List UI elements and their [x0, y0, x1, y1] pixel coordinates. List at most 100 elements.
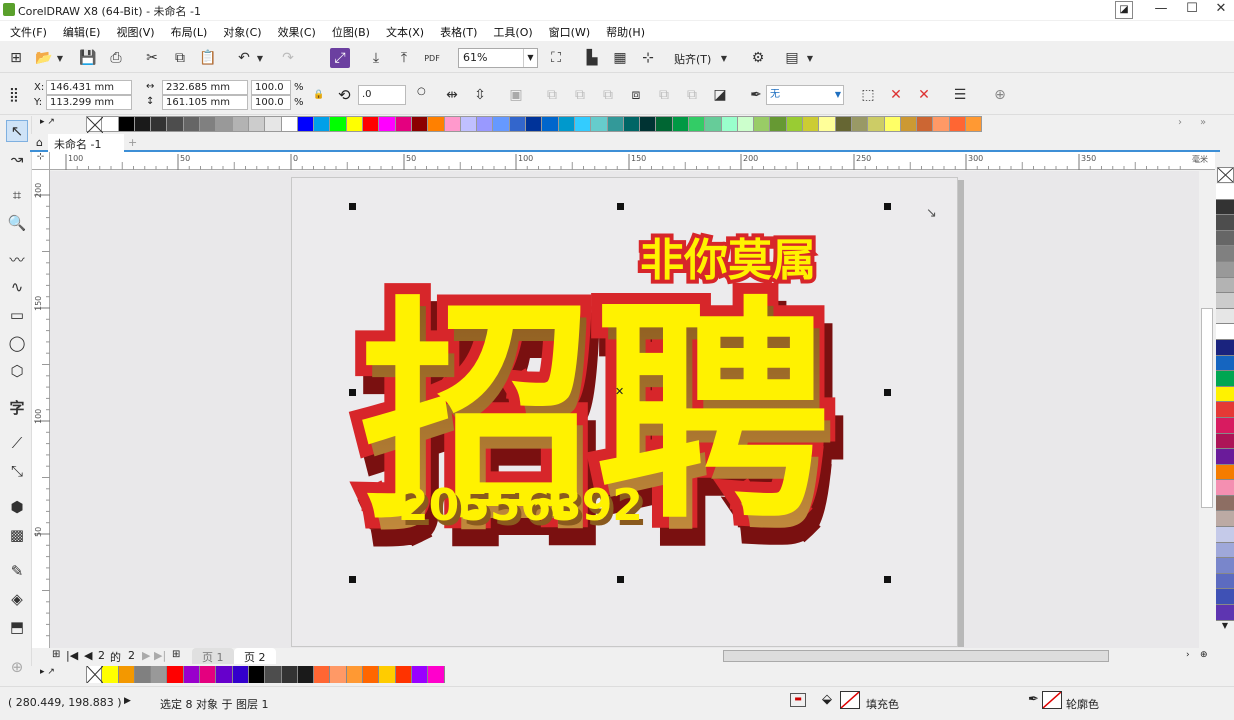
crop-tool-icon[interactable]: ⌗: [6, 184, 28, 206]
palette-swatch[interactable]: [721, 116, 738, 132]
doc-palette-swatch[interactable]: [395, 666, 412, 683]
palette-swatch[interactable]: [297, 116, 315, 132]
palette-swatch-right[interactable]: [1216, 558, 1234, 574]
palette-scroll-right-icon[interactable]: ›: [1178, 117, 1182, 128]
publish-pdf-icon[interactable]: PDF: [422, 48, 442, 68]
doc-palette-swatch[interactable]: [428, 666, 445, 683]
palette-scroll-down-icon[interactable]: ▼: [1216, 621, 1234, 633]
palette-swatch-right[interactable]: [1216, 589, 1234, 606]
doc-palette-swatch[interactable]: [167, 666, 184, 683]
eyedropper-tool-icon[interactable]: ✎: [6, 560, 28, 582]
palette-swatch[interactable]: [672, 116, 689, 132]
palette-swatch[interactable]: [688, 116, 706, 132]
outline-dropdown-icon[interactable]: ▼: [835, 86, 841, 104]
mirror-horizontal-icon[interactable]: ⇹: [442, 85, 462, 105]
outline-width-combo[interactable]: 无 ▼: [766, 85, 844, 105]
rotation-angle-field[interactable]: .0: [358, 85, 406, 105]
add-page-before-icon[interactable]: ⊞: [52, 649, 60, 660]
navigator-icon[interactable]: ⊕: [1200, 650, 1208, 660]
palette-swatch[interactable]: [591, 116, 608, 132]
pick-tool-icon[interactable]: ↖: [6, 120, 28, 142]
palette-swatch[interactable]: [868, 116, 885, 132]
doc-palette-swatch[interactable]: [346, 666, 364, 683]
palette-swatch[interactable]: [151, 116, 168, 132]
palette-swatch-right[interactable]: [1216, 449, 1234, 465]
text-wrap-icon[interactable]: ▣: [506, 85, 526, 105]
doc-no-color-swatch[interactable]: [86, 666, 103, 683]
profile-icon[interactable]: ◪: [1115, 1, 1133, 19]
palette-swatch[interactable]: [966, 116, 983, 132]
palette-swatch-right[interactable]: [1216, 199, 1234, 216]
align-distribute-icon[interactable]: ☰: [950, 85, 970, 105]
copy-icon[interactable]: ⧉: [170, 48, 190, 68]
selection-center-icon[interactable]: ✕: [615, 385, 624, 398]
show-rulers-icon[interactable]: ▙: [582, 48, 602, 68]
color-proof-icon[interactable]: ▬: [790, 693, 806, 707]
palette-swatch[interactable]: [786, 116, 804, 132]
palette-swatch-right[interactable]: [1216, 495, 1234, 512]
export-icon[interactable]: ⤒: [394, 48, 414, 68]
parallel-dimension-icon[interactable]: ⟋: [6, 432, 28, 454]
palette-swatch-right[interactable]: [1216, 605, 1234, 621]
width-field[interactable]: 232.685 mm: [162, 80, 248, 95]
selection-handle-tc[interactable]: [617, 203, 624, 210]
horizontal-scrollbar[interactable]: [640, 648, 1200, 664]
last-page-icon[interactable]: ▶|: [154, 649, 166, 662]
palette-swatch[interactable]: [167, 116, 184, 132]
palette-swatch[interactable]: [460, 116, 478, 132]
doc-palette-swatch[interactable]: [411, 666, 429, 683]
palette-swatch[interactable]: [917, 116, 934, 132]
palette-swatch[interactable]: [949, 116, 967, 132]
selection-handle-tr[interactable]: [884, 203, 891, 210]
y-position-field[interactable]: 113.299 mm: [46, 95, 132, 110]
palette-swatch-right[interactable]: [1216, 527, 1234, 543]
close-button[interactable]: ✕: [1206, 0, 1234, 20]
prev-page-icon[interactable]: ◀: [84, 649, 92, 662]
menu-item-9[interactable]: 工具(O): [487, 21, 538, 41]
undo-icon[interactable]: ↶: [234, 48, 254, 68]
palette-swatch[interactable]: [933, 116, 950, 132]
options-gear-icon[interactable]: ⚙: [748, 48, 768, 68]
palette-swatch[interactable]: [493, 116, 510, 132]
doc-palette-swatch[interactable]: [281, 666, 298, 683]
palette-swatch-right[interactable]: [1216, 308, 1234, 325]
palette-swatch[interactable]: [183, 116, 201, 132]
palette-swatch[interactable]: [118, 116, 135, 132]
zoom-dropdown-icon[interactable]: ▼: [523, 49, 537, 67]
lock-ratio-icon[interactable]: 🔒: [313, 90, 324, 100]
selection-handle-br[interactable]: [884, 576, 891, 583]
paste-icon[interactable]: 📋: [198, 48, 218, 68]
trim-icon[interactable]: ✕: [886, 85, 906, 105]
search-content-icon[interactable]: ⤢: [330, 48, 350, 68]
palette-swatch-right[interactable]: [1216, 511, 1234, 528]
palette-swatch[interactable]: [884, 116, 901, 132]
palette-swatch[interactable]: [900, 116, 918, 132]
new-document-icon[interactable]: ⊞: [6, 48, 26, 68]
palette-swatch-right[interactable]: [1216, 371, 1234, 387]
palette-swatch[interactable]: [705, 116, 722, 132]
undo-dropdown-icon[interactable]: ▼: [254, 48, 266, 68]
palette-swatch[interactable]: [509, 116, 527, 132]
palette-swatch[interactable]: [395, 116, 412, 132]
object-origin-icon[interactable]: ⣿: [4, 85, 24, 105]
fill-color-swatch[interactable]: [840, 691, 860, 709]
palette-swatch[interactable]: [477, 116, 494, 132]
interactive-fill-icon[interactable]: ◈: [6, 588, 28, 610]
ungroup-icon[interactable]: ⧉: [570, 85, 590, 105]
show-grid-icon[interactable]: ▦: [610, 48, 630, 68]
artistic-media-icon[interactable]: ∿: [6, 276, 28, 298]
doc-palette-arrow-icon[interactable]: ▸ ↗: [40, 667, 55, 677]
menu-item-1[interactable]: 编辑(E): [57, 21, 107, 41]
show-guidelines-icon[interactable]: ⊹: [638, 48, 658, 68]
doc-palette-swatch[interactable]: [102, 666, 119, 683]
doc-palette-swatch[interactable]: [314, 666, 331, 683]
open-dropdown-icon[interactable]: ▼: [54, 48, 66, 68]
customize-toolbox-icon[interactable]: ⊕: [6, 656, 28, 678]
palette-swatch[interactable]: [607, 116, 624, 132]
palette-swatch-right[interactable]: [1216, 261, 1234, 278]
first-page-icon[interactable]: |◀: [66, 649, 78, 662]
palette-swatch[interactable]: [803, 116, 820, 132]
connector-tool-icon[interactable]: ⤡: [6, 460, 28, 482]
palette-swatch[interactable]: [558, 116, 575, 132]
menu-item-4[interactable]: 对象(C): [217, 21, 267, 41]
